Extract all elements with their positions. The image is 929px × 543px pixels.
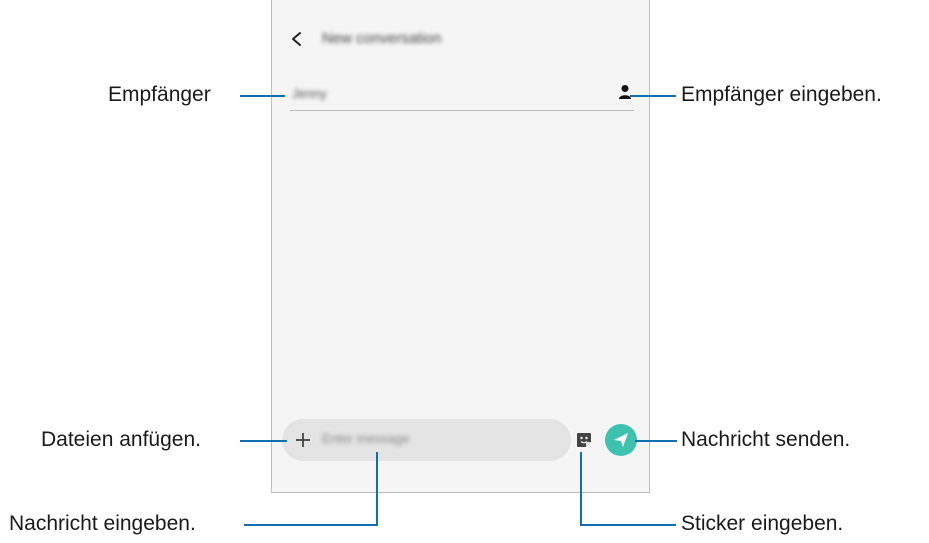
recipient-value: Jenny <box>292 86 327 101</box>
sticker-icon[interactable] <box>575 431 593 449</box>
send-icon <box>614 433 628 447</box>
conversation-title: New conversation <box>322 30 442 47</box>
callout-enter-message: Nachricht eingeben. <box>9 512 196 535</box>
callout-line-attach-files <box>240 440 287 442</box>
back-icon[interactable] <box>288 28 306 50</box>
callout-attach-files: Dateien anfügen. <box>41 428 201 451</box>
send-button[interactable] <box>605 424 637 456</box>
contact-icon[interactable] <box>618 84 632 100</box>
callout-enter-sticker: Sticker eingeben. <box>681 512 844 535</box>
callout-line-enter-message-h <box>244 524 378 526</box>
phone-screen: New conversation Jenny Enter message <box>271 0 650 493</box>
add-icon[interactable] <box>294 431 312 449</box>
message-input[interactable]: Enter message <box>322 431 409 446</box>
callout-line-enter-sticker-v <box>580 452 582 525</box>
callout-line-enter-message-v <box>376 452 378 525</box>
callout-send-message: Nachricht senden. <box>681 428 851 451</box>
callout-line-send-message <box>635 440 677 442</box>
callout-enter-recipient: Empfänger eingeben. <box>681 83 882 106</box>
callout-recipient: Empfänger <box>108 83 211 106</box>
callout-line-enter-sticker-h <box>580 524 676 526</box>
callout-line-recipient <box>240 95 285 97</box>
recipient-field[interactable]: Jenny <box>290 80 634 111</box>
callout-line-enter-recipient <box>630 95 676 97</box>
compose-bar: Enter message <box>282 419 591 461</box>
